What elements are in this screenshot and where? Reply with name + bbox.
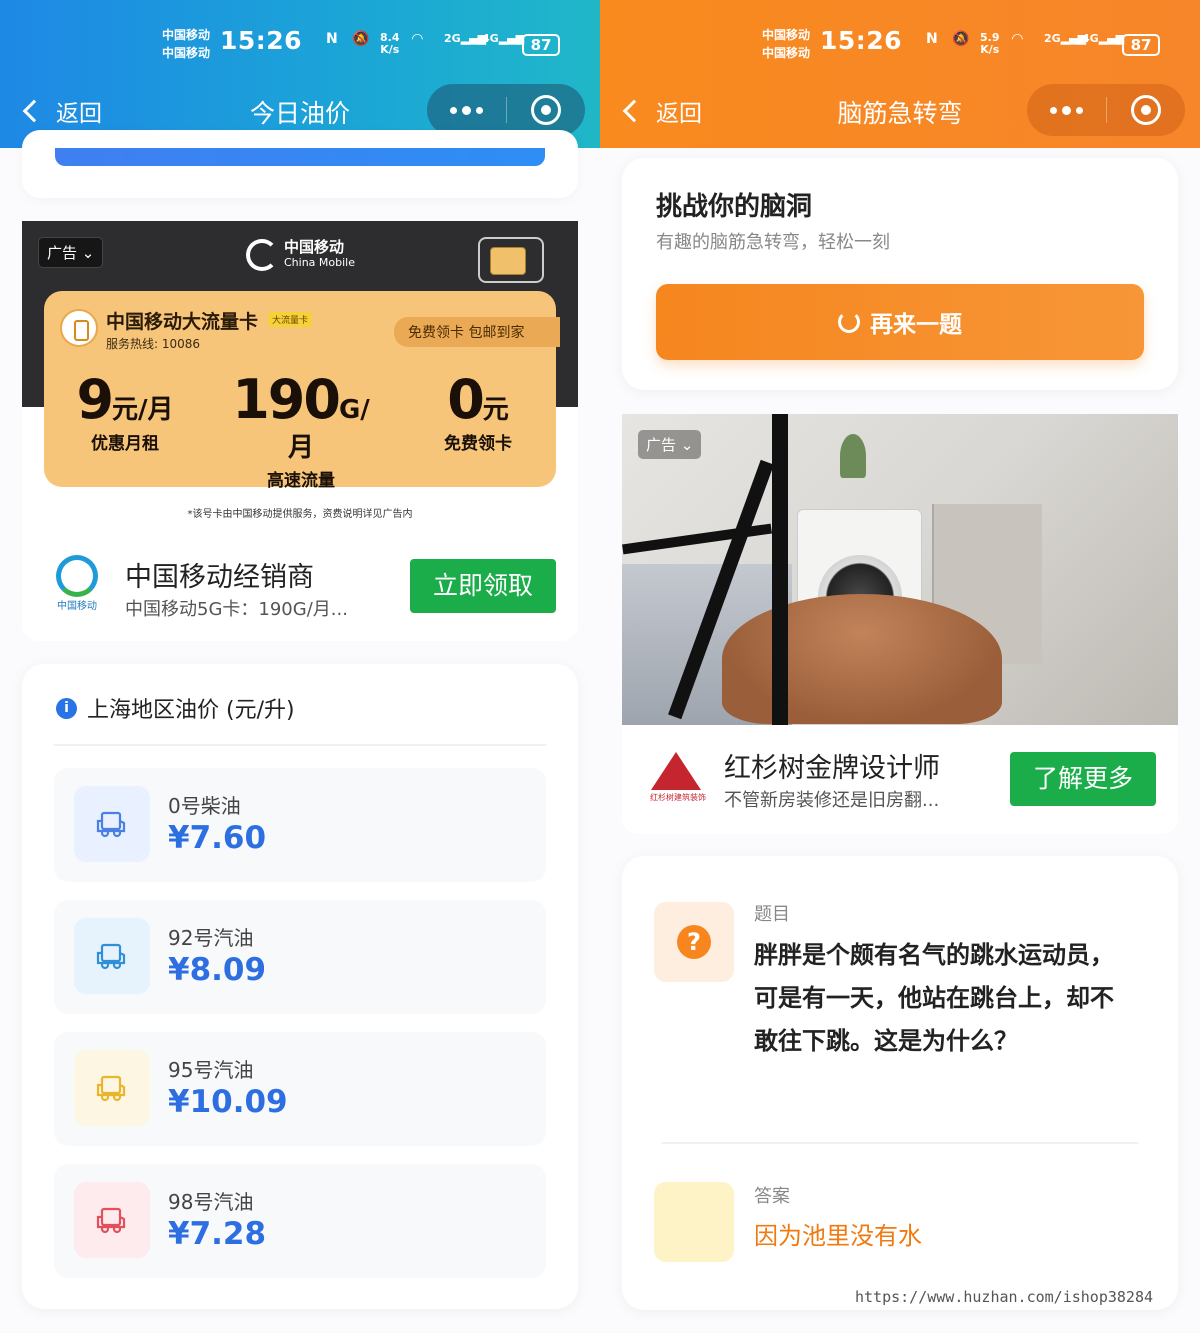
chevron-left-icon [22,99,46,123]
ad-tag[interactable]: 广告 ⌄ [38,237,104,268]
mini-program-capsule [1027,84,1185,136]
ad-card-interior-design[interactable]: 广告 ⌄ 红杉树建筑装饰 红杉树金牌设计师 不管新房装修还是旧房翻... 了解更… [622,414,1178,834]
promo-box[interactable]: 中国移动大流量卡 大流量卡 服务热线: 10086 免费领卡 包邮到家 9元/月… [44,291,560,491]
back-button[interactable]: 返回 [620,94,702,128]
price-heading: i 上海地区油价 (元/升) [56,692,295,724]
advertiser-logo: 中国移动 [52,555,102,619]
refresh-icon [838,311,860,333]
status-icons: Ν 🔕 5.9 K/s ◠ 2G▂▄▆ 4G▂▄▆ 87 [886,28,1186,62]
chair-image [722,594,1002,724]
claim-now-button[interactable]: 立即领取 [410,559,556,613]
mini-program-capsule [427,84,585,136]
fuel-row: 0号柴油 ¥7.60 [54,768,546,882]
battery-indicator: 87 [1122,34,1160,56]
carrier-labels: 中国移动 中国移动 [162,28,211,60]
fuel-price: ¥8.09 [168,952,267,988]
wifi-icon: ◠ [412,31,423,47]
wifi-icon: ◠ [1012,31,1023,47]
ad-disclaimer: *该号卡由中国移动提供服务，资费说明详见广告内 [187,509,413,520]
hongshanshu-logo-icon [651,752,701,790]
previous-card-button[interactable] [55,148,545,166]
riddle-card: ? 题目 胖胖是个颇有名气的跳水运动员，可是有一天，他站在跳台上，却不敢往下跳。… [622,856,1178,1310]
back-button[interactable]: 返回 [20,94,102,128]
riddle-screen: 中国移动 中国移动 15:26 Ν 🔕 5.9 K/s ◠ 2G▂▄▆ 4G▂▄▆… [600,0,1200,1333]
network-speed: 5.9 K/s [980,31,1000,56]
close-mini-program-icon[interactable] [1107,84,1185,136]
free-shipping-tag: 免费领卡 包邮到家 [394,317,560,347]
status-icons: Ν 🔕 8.4 K/s ◠ 2G▂▄▆ 4G▂▄▆ 87 [286,28,586,62]
page-title: 脑筋急转弯 [837,99,963,128]
fuel-price: ¥10.09 [168,1084,288,1120]
signal-4g-icon: 4G▂▄▆ [482,32,525,45]
mute-icon: 🔕 [952,31,970,47]
stat-monthly-fee: 9元/月 优惠月租 [76,368,174,455]
more-icon[interactable] [427,84,506,136]
battery-indicator: 87 [522,34,560,56]
fuel-row: 95号汽油 ¥10.09 [54,1032,546,1146]
carrier-labels: 中国移动 中国移动 [762,28,811,60]
hotline: 服务热线: 10086 [106,337,201,351]
page-title: 今日油价 [249,99,350,128]
fuel-name: 92号汽油 [168,926,254,950]
challenge-card: 挑战你的脑洞 有趣的脑筋急转弯，轻松一刻 再来一题 [622,158,1178,390]
advertiser-name: 中国移动经销商 [125,562,314,593]
more-icon[interactable] [1027,84,1106,136]
answer-text: 因为池里没有水 [754,1222,922,1250]
info-icon: i [56,697,77,719]
question-label: 题目 [754,904,790,925]
advertiser-description: 中国移动5G卡：190G/月... [125,599,348,620]
signal-4g-icon: 4G▂▄▆ [1082,32,1125,45]
china-mobile-logo: 中国移动 China Mobile [246,239,355,271]
watermark: https://www.huzhan.com/ishop38284 [855,1288,1154,1306]
ad-photo-laundry-room[interactable]: 广告 ⌄ [622,414,1178,725]
fuel-name: 98号汽油 [168,1190,254,1214]
fuel-name: 0号柴油 [168,794,241,818]
fuel-name: 95号汽油 [168,1058,254,1082]
advertiser-name: 红杉树金牌设计师 [724,753,940,784]
fuel-price: ¥7.60 [168,820,267,856]
network-speed: 8.4 K/s [380,31,400,56]
answer-icon [654,1182,734,1262]
signal-2g-icon: 2G▂▄▆ [1044,32,1087,45]
top-bar: 中国移动 中国移动 15:26 Ν 🔕 5.9 K/s ◠ 2G▂▄▆ 4G▂▄▆… [600,0,1200,148]
answer-label: 答案 [754,1186,790,1207]
fuel-row: 98号汽油 ¥7.28 [54,1164,546,1278]
advertiser-description: 不管新房装修还是旧房翻... [724,790,940,811]
truck-icon [74,918,150,994]
advertiser-logo: 红杉树建筑装饰 [650,752,706,808]
sim-card-icon [478,237,544,283]
nfc-icon: Ν [926,31,938,47]
nfc-icon: Ν [326,31,338,47]
fuel-price: ¥7.28 [168,1216,267,1252]
top-bar: 中国移动 中国移动 15:26 Ν 🔕 8.4 K/s ◠ 2G▂▄▆ 4G▂▄▆… [0,0,600,148]
close-mini-program-icon[interactable] [507,84,585,136]
question-mark-icon: ? [654,902,734,982]
promo-title: 中国移动大流量卡 [106,311,259,333]
learn-more-button[interactable]: 了解更多 [1010,752,1156,806]
mute-icon: 🔕 [352,31,370,47]
oil-price-screen: 中国移动 中国移动 15:26 Ν 🔕 8.4 K/s ◠ 2G▂▄▆ 4G▂▄▆… [0,0,600,1333]
signal-2g-icon: 2G▂▄▆ [444,32,487,45]
promo-badge: 大流量卡 [268,312,313,327]
truck-icon [74,1182,150,1258]
challenge-title: 挑战你的脑洞 [656,192,813,222]
stat-free-card: 0元 免费领卡 [444,368,512,455]
china-mobile-logo-icon [56,555,98,597]
stat-data: 190G/月 高速流量 [232,368,370,492]
phone-icon [60,309,98,347]
oil-price-card: i 上海地区油价 (元/升) 0号柴油 ¥7.60 92号汽油 ¥8.09 95号汽油 ¥… [22,664,578,1309]
challenge-subtitle: 有趣的脑筋急转弯，轻松一刻 [656,232,890,253]
ad-card-china-mobile[interactable]: 广告 ⌄ 中国移动 China Mobile 中国移动大流量卡 大流量卡 服务热… [22,221,578,641]
china-mobile-logo-icon [246,239,278,271]
truck-icon [74,786,150,862]
chevron-left-icon [622,99,646,123]
fuel-row: 92号汽油 ¥8.09 [54,900,546,1014]
next-question-button[interactable]: 再来一题 [656,284,1144,360]
question-text: 胖胖是个颇有名气的跳水运动员，可是有一天，他站在跳台上，却不敢往下跳。这是为什么… [754,941,1114,1055]
ad-tag[interactable]: 广告 ⌄ [638,430,702,459]
truck-icon [74,1050,150,1126]
